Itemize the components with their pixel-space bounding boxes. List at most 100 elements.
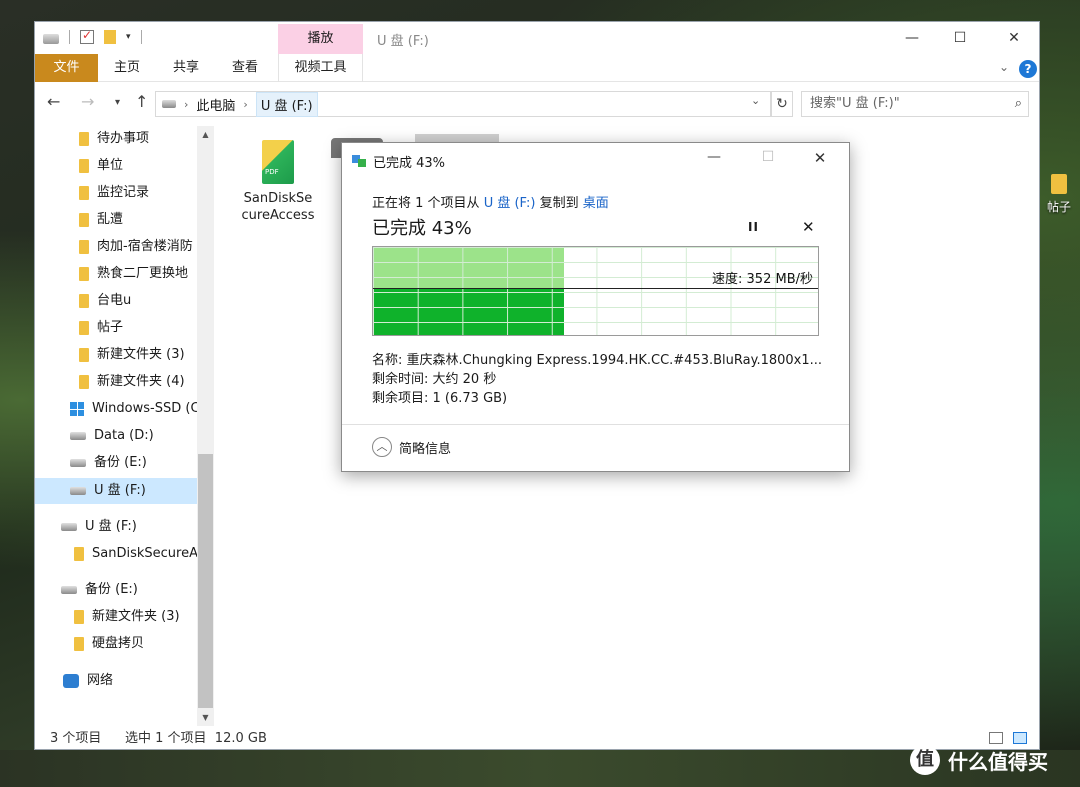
desktop-folder-tiezi[interactable]: 帖子 (1040, 174, 1078, 215)
divider (69, 30, 70, 44)
dialog-close-button[interactable]: ✕ (800, 149, 840, 167)
scroll-up-icon[interactable]: ▲ (197, 126, 214, 143)
watermark: 值 什么值得买 (910, 745, 1048, 775)
close-button[interactable]: ✕ (990, 26, 1038, 50)
nav-item[interactable]: 备份 (E:) (61, 577, 138, 603)
copy-icon (352, 155, 366, 167)
nav-item[interactable]: 待办事项 (79, 126, 149, 152)
details-view-icon[interactable] (989, 732, 1003, 744)
nav-item[interactable]: 监控记录 (79, 180, 149, 206)
new-folder-icon[interactable] (104, 30, 116, 44)
scroll-thumb[interactable] (198, 454, 213, 708)
up-button[interactable]: ↑ (135, 92, 148, 111)
drive-icon (70, 459, 86, 467)
breadcrumb-separator-icon[interactable]: › (243, 98, 247, 111)
items-remaining-line: 剩余项目: 1 (6.73 GB) (372, 391, 508, 406)
nav-item[interactable]: 乱遭 (79, 207, 123, 233)
large-icons-view-icon[interactable] (1013, 732, 1027, 744)
nav-item-label: Windows-SSD (C (92, 401, 197, 416)
folder-icon (79, 375, 89, 389)
nav-item-label: 硬盘拷贝 (92, 636, 145, 651)
divider (140, 30, 142, 44)
nav-item[interactable]: 备份 (E:) (70, 450, 147, 476)
help-icon[interactable]: ? (1019, 60, 1037, 78)
address-dropdown-chevron-icon[interactable]: ⌄ (751, 94, 760, 107)
properties-icon[interactable] (80, 28, 94, 44)
windows-drive-icon (70, 402, 84, 416)
fewer-details-button[interactable]: ︿ 简略信息 (372, 437, 451, 457)
drive-icon (70, 487, 86, 495)
nav-item-label: 肉加-宿舍楼消防 (97, 239, 193, 254)
nav-item[interactable]: 硬盘拷贝 (74, 631, 144, 657)
address-bar-row: ← → ▾ ↑ › 此电脑 › U 盘 (F:) ⌄ ↻ 搜索"U 盘 (F:)… (35, 88, 1039, 120)
dialog-minimize-button[interactable]: — (694, 149, 734, 165)
nav-item-label: 网络 (87, 673, 114, 688)
drive-icon (70, 432, 86, 440)
tab-home[interactable]: 主页 (100, 54, 154, 82)
nav-item[interactable]: SanDiskSecureAccess (74, 541, 197, 567)
nav-item-label: U 盘 (F:) (85, 519, 137, 534)
drive-icon (61, 523, 77, 531)
tab-video-tools[interactable]: 视频工具 (278, 54, 363, 82)
nav-item[interactable]: 新建文件夹 (3) (74, 604, 180, 630)
nav-item[interactable]: Data (D:) (70, 423, 154, 449)
folder-icon (74, 610, 84, 624)
recent-locations-chevron-icon[interactable]: ▾ (115, 97, 120, 108)
nav-item-label: 熟食二厂更换地 (97, 266, 189, 281)
nav-item-label: U 盘 (F:) (94, 483, 146, 498)
scroll-down-icon[interactable]: ▼ (197, 709, 214, 726)
drive-icon (43, 34, 59, 44)
tab-file[interactable]: 文件 (35, 54, 98, 82)
nav-item[interactable]: 单位 (79, 153, 123, 179)
folder-icon (79, 348, 89, 362)
pause-button[interactable]: II (748, 220, 759, 234)
breadcrumb-separator-icon[interactable]: › (184, 98, 188, 111)
maximize-button[interactable]: ☐ (936, 26, 984, 50)
tab-share[interactable]: 共享 (159, 54, 213, 82)
nav-item[interactable]: 网络 (63, 668, 113, 694)
quick-access-toolbar: ▾ (43, 28, 142, 44)
folder-icon (1051, 174, 1067, 194)
tab-view[interactable]: 查看 (218, 54, 272, 82)
nav-item[interactable]: 熟食二厂更换地 (79, 261, 197, 287)
file-item[interactable]: PDF SanDiskSecureAccess (241, 140, 315, 224)
nav-item[interactable]: 帖子 (79, 315, 123, 341)
address-field[interactable]: › 此电脑 › U 盘 (F:) (155, 91, 771, 117)
search-input[interactable]: 搜索"U 盘 (F:)" ⌕ (801, 91, 1029, 117)
nav-item-label: 新建文件夹 (3) (97, 347, 185, 362)
nav-item-selected[interactable]: U 盘 (F:) (35, 478, 197, 504)
copy-prefix: 正在将 1 个项目从 (372, 196, 480, 211)
source-link[interactable]: U 盘 (F:) (484, 196, 536, 211)
refresh-button[interactable]: ↻ (771, 91, 793, 117)
ribbon-tabs: 文件 主页 共享 查看 视频工具 ⌄ ? (35, 54, 1039, 82)
item-count: 3 个项目 (50, 731, 102, 746)
folder-icon (79, 159, 89, 173)
file-name-line: 名称: 重庆森林.Chungking Express.1994.HK.CC.#4… (372, 353, 823, 368)
context-tab-play[interactable]: 播放 (278, 24, 363, 54)
divider (342, 424, 849, 425)
folder-icon (79, 321, 89, 335)
cancel-button[interactable]: ✕ (802, 218, 815, 236)
nav-item-label: 新建文件夹 (4) (97, 374, 185, 389)
nav-item[interactable]: 台电u (79, 288, 131, 314)
watermark-text: 什么值得买 (948, 749, 1048, 774)
folder-icon (79, 267, 89, 281)
drive-icon (61, 586, 77, 594)
breadcrumb-drive[interactable]: U 盘 (F:) (255, 91, 318, 117)
nav-scrollbar[interactable]: ▲ ▼ (197, 126, 214, 726)
expand-ribbon-chevron-icon[interactable]: ⌄ (999, 60, 1009, 74)
nav-item[interactable]: U 盘 (F:) (61, 514, 137, 540)
nav-item[interactable]: 肉加-宿舍楼消防 (79, 234, 197, 260)
dialog-maximize-button: ☐ (761, 149, 775, 165)
nav-item[interactable]: 新建文件夹 (3) (79, 342, 185, 368)
destination-link[interactable]: 桌面 (583, 196, 609, 211)
nav-item[interactable]: Windows-SSD (C (70, 396, 197, 422)
nav-item[interactable]: 新建文件夹 (4) (79, 369, 185, 395)
navigation-pane: 待办事项 单位 监控记录 乱遭 肉加-宿舍楼消防 熟食二厂更换地 台电u 帖子 … (35, 126, 214, 726)
customize-qat-chevron-icon[interactable]: ▾ (126, 32, 131, 42)
back-button[interactable]: ← (47, 92, 60, 111)
progress-heading: 已完成 43% (372, 218, 472, 239)
forward-button[interactable]: → (81, 92, 94, 111)
breadcrumb-this-pc[interactable]: 此电脑 (196, 95, 235, 114)
minimize-button[interactable]: — (888, 26, 936, 50)
